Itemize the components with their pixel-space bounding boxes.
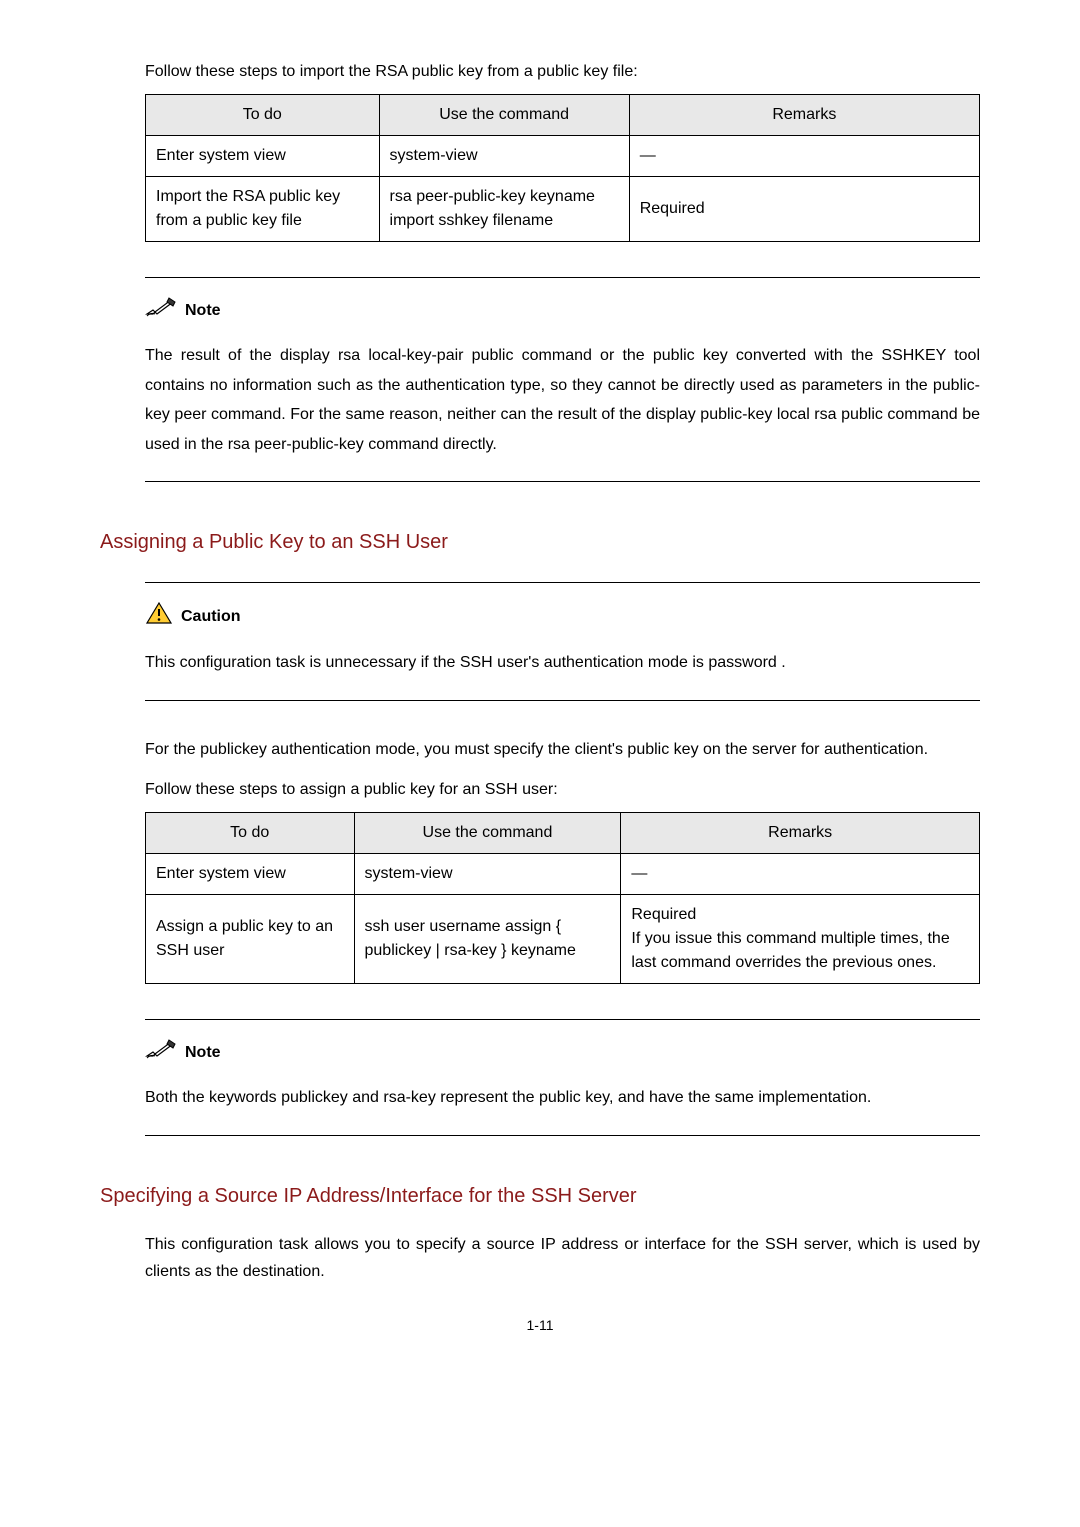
cell-command: system-view (379, 136, 629, 177)
table-header-command: Use the command (354, 813, 621, 854)
note-label: Note (185, 299, 221, 323)
note-label: Note (185, 1041, 221, 1065)
section-heading-assign-key: Assigning a Public Key to an SSH User (100, 527, 980, 557)
table-header-remarks: Remarks (629, 95, 979, 136)
note-text: Both the keywords publickey and rsa-key … (145, 1083, 980, 1113)
caution-icon (145, 601, 173, 633)
cell-todo: Import the RSA public key from a public … (146, 177, 380, 242)
table-header-todo: To do (146, 813, 355, 854)
intro-text-2: Follow these steps to assign a public ke… (145, 778, 980, 802)
cell-remarks: — (629, 136, 979, 177)
cell-command: system-view (354, 854, 621, 895)
table-header-todo: To do (146, 95, 380, 136)
table-header-command: Use the command (379, 95, 629, 136)
remarks-detail: If you issue this command multiple times… (631, 927, 969, 975)
note-callout-1: Note The result of the display rsa local… (145, 277, 980, 482)
note-icon (145, 1038, 177, 1068)
table-row: Enter system view system-view — (146, 854, 980, 895)
table-import-rsa-key: To do Use the command Remarks Enter syst… (145, 94, 980, 242)
cell-command: rsa peer-public-key keyname import sshke… (379, 177, 629, 242)
cell-todo: Enter system view (146, 136, 380, 177)
note-callout-2: Note Both the keywords publickey and rsa… (145, 1019, 980, 1136)
cell-remarks: Required (629, 177, 979, 242)
cell-todo: Enter system view (146, 854, 355, 895)
cell-todo: Assign a public key to an SSH user (146, 895, 355, 984)
table-assign-public-key: To do Use the command Remarks Enter syst… (145, 812, 980, 984)
cell-remarks: Required If you issue this command multi… (621, 895, 980, 984)
note-text: The result of the display rsa local-key-… (145, 341, 980, 459)
caution-label: Caution (181, 605, 241, 629)
caution-callout: Caution This configuration task is unnec… (145, 582, 980, 701)
table-row: Enter system view system-view — (146, 136, 980, 177)
cell-remarks: — (621, 854, 980, 895)
table-header-remarks: Remarks (621, 813, 980, 854)
page-number: 1-11 (100, 1315, 980, 1336)
body-text-source-ip: This configuration task allows you to sp… (145, 1231, 980, 1285)
table-row: Import the RSA public key from a public … (146, 177, 980, 242)
intro-text-1: Follow these steps to import the RSA pub… (145, 60, 980, 84)
caution-text: This configuration task is unnecessary i… (145, 648, 980, 678)
body-text-publickey: For the publickey authentication mode, y… (145, 736, 980, 763)
table-header-row: To do Use the command Remarks (146, 813, 980, 854)
table-header-row: To do Use the command Remarks (146, 95, 980, 136)
note-icon (145, 296, 177, 326)
remarks-required: Required (631, 903, 969, 927)
section-heading-source-ip: Specifying a Source IP Address/Interface… (100, 1181, 980, 1211)
table-row: Assign a public key to an SSH user ssh u… (146, 895, 980, 984)
cell-command: ssh user username assign { publickey | r… (354, 895, 621, 984)
